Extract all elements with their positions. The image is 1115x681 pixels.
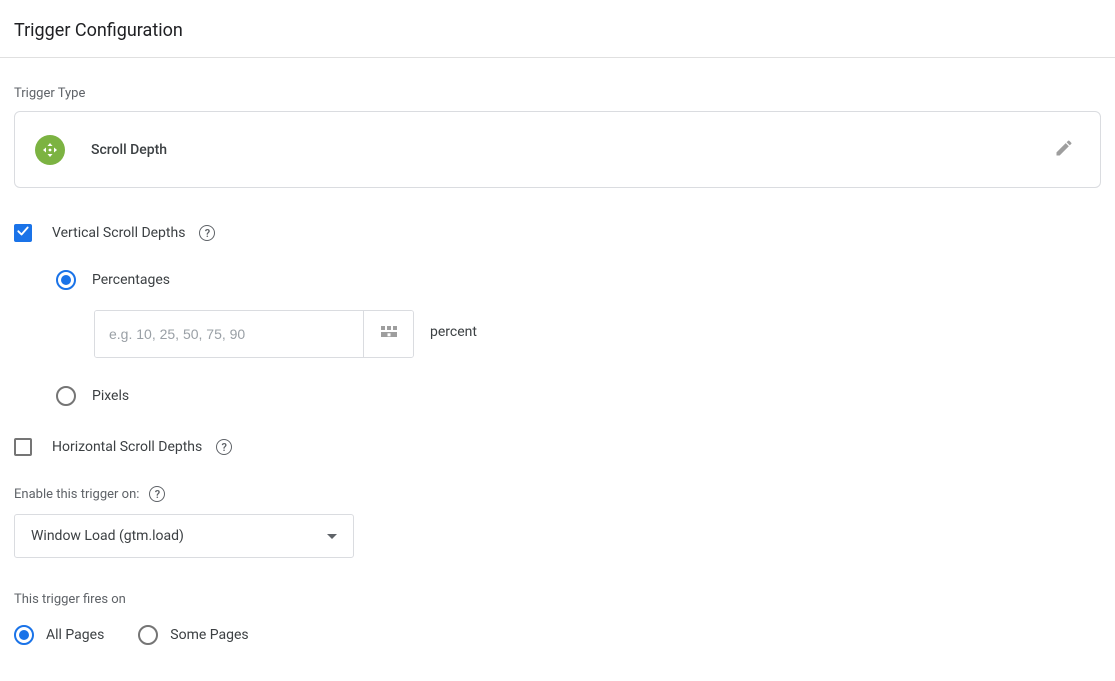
- all-pages-label: All Pages: [46, 627, 104, 643]
- radio-dot-icon: [61, 275, 71, 285]
- percentages-radio[interactable]: [56, 270, 76, 290]
- trigger-type-name: Scroll Depth: [91, 142, 167, 158]
- pixels-radio-row: Pixels: [56, 386, 1101, 406]
- all-pages-radio[interactable]: [14, 625, 34, 645]
- horizontal-scroll-depths-label: Horizontal Scroll Depths: [52, 439, 202, 455]
- fires-on-all-pages-option: All Pages: [14, 625, 104, 645]
- chevron-down-icon: [327, 534, 337, 539]
- vertical-scroll-depths-label: Vertical Scroll Depths: [52, 225, 185, 241]
- scroll-depth-icon: [35, 135, 65, 165]
- help-icon[interactable]: ?: [216, 439, 232, 455]
- vertical-scroll-depths-checkbox[interactable]: [14, 224, 32, 242]
- trigger-type-card[interactable]: Scroll Depth: [14, 111, 1101, 188]
- fires-on-row: All Pages Some Pages: [14, 625, 1101, 645]
- enable-trigger-on-label: Enable this trigger on: ?: [14, 486, 1101, 502]
- panel-title: Trigger Configuration: [14, 20, 1101, 57]
- pixels-radio[interactable]: [56, 386, 76, 406]
- horizontal-scroll-depths-row: Horizontal Scroll Depths ?: [14, 438, 1101, 456]
- percentages-input[interactable]: [95, 311, 363, 357]
- some-pages-label: Some Pages: [170, 627, 248, 643]
- vertical-scroll-depths-row: Vertical Scroll Depths ?: [14, 224, 1101, 242]
- percentages-input-combo: [94, 310, 414, 358]
- enable-trigger-on-label-text: Enable this trigger on:: [14, 487, 139, 502]
- check-icon: [16, 224, 30, 242]
- help-icon[interactable]: ?: [199, 225, 215, 241]
- edit-trigger-type-button[interactable]: [1048, 132, 1080, 167]
- fires-on-some-pages-option: Some Pages: [138, 625, 248, 645]
- percentages-input-row: percent: [94, 310, 1101, 358]
- some-pages-radio[interactable]: [138, 625, 158, 645]
- variable-brick-icon: [378, 324, 400, 344]
- fires-on-label: This trigger fires on: [14, 592, 1101, 607]
- help-icon[interactable]: ?: [149, 486, 165, 502]
- enable-trigger-on-selected-value: Window Load (gtm.load): [31, 528, 184, 544]
- percentages-label: Percentages: [92, 272, 170, 288]
- divider: [0, 57, 1115, 58]
- radio-dot-icon: [19, 630, 29, 640]
- trigger-type-label: Trigger Type: [14, 86, 1101, 101]
- vertical-subgroup: Percentages percent Pixels: [56, 270, 1101, 406]
- enable-trigger-on-select[interactable]: Window Load (gtm.load): [14, 514, 354, 558]
- percentages-unit-label: percent: [430, 324, 477, 340]
- trigger-type-card-left: Scroll Depth: [35, 135, 167, 165]
- horizontal-scroll-depths-checkbox[interactable]: [14, 438, 32, 456]
- pixels-label: Pixels: [92, 388, 129, 404]
- pencil-icon: [1054, 138, 1074, 161]
- trigger-configuration-panel: Trigger Configuration Trigger Type Scrol…: [0, 0, 1115, 675]
- insert-variable-button[interactable]: [363, 311, 413, 357]
- percentages-radio-row: Percentages: [56, 270, 1101, 290]
